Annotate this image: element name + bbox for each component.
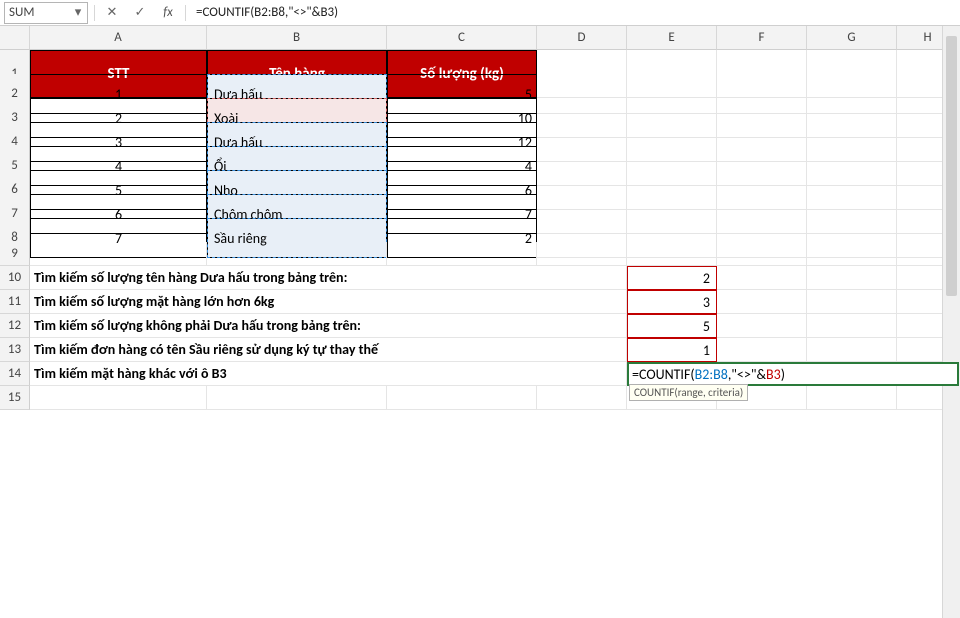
- cell[interactable]: [207, 242, 387, 266]
- formula-bar: SUM ▾ ✕ ✓ fx =COUNTIF(B2:B8,"<>"&B3): [0, 0, 960, 26]
- result-cell[interactable]: 5: [627, 314, 717, 338]
- row-header-9[interactable]: 9: [0, 242, 30, 266]
- formula-input[interactable]: =COUNTIF(B2:B8,"<>"&B3): [192, 2, 960, 24]
- editing-cell[interactable]: =COUNTIF(B2:B8,"<>"&B3) COUNTIF(range, c…: [627, 362, 959, 386]
- row-header-13[interactable]: 13: [0, 338, 30, 362]
- dropdown-icon[interactable]: ▾: [73, 8, 83, 18]
- cell[interactable]: [30, 242, 207, 266]
- col-header-A[interactable]: A: [30, 26, 207, 50]
- result-cell[interactable]: 1: [627, 338, 717, 362]
- cell[interactable]: [537, 242, 627, 266]
- cell[interactable]: [717, 290, 807, 314]
- row-header-12[interactable]: 12: [0, 314, 30, 338]
- cell[interactable]: [207, 386, 387, 410]
- query-text[interactable]: Tìm kiếm số lượng tên hàng Dưa hấu trong…: [30, 266, 627, 290]
- query-text[interactable]: Tìm kiếm số lượng mặt hàng lớn hơn 6kg: [30, 290, 627, 314]
- cell[interactable]: [30, 386, 207, 410]
- select-all-corner[interactable]: [0, 26, 30, 50]
- separator: [94, 5, 95, 21]
- cell[interactable]: [807, 266, 897, 290]
- cell[interactable]: [627, 242, 717, 266]
- query-text[interactable]: Tìm kiếm số lượng không phải Dưa hấu tro…: [30, 314, 627, 338]
- result-cell[interactable]: 2: [627, 266, 717, 290]
- cell[interactable]: [717, 242, 807, 266]
- formula-tooltip: COUNTIF(range, criteria): [629, 384, 748, 401]
- spreadsheet-grid[interactable]: A B C D E F G H 1 STT Tên hàng Số lượng …: [0, 26, 960, 410]
- cell[interactable]: [807, 242, 897, 266]
- result-cell[interactable]: 3: [627, 290, 717, 314]
- cell[interactable]: [717, 266, 807, 290]
- cell[interactable]: [387, 242, 537, 266]
- formula-part: ): [781, 366, 785, 383]
- col-header-F[interactable]: F: [717, 26, 807, 50]
- cell[interactable]: [387, 386, 537, 410]
- row-header-10[interactable]: 10: [0, 266, 30, 290]
- row-header-15[interactable]: 15: [0, 386, 30, 410]
- query-text[interactable]: Tìm kiếm mặt hàng khác với ô B3: [30, 362, 627, 386]
- name-box-value: SUM: [9, 5, 34, 20]
- separator: [185, 5, 186, 21]
- col-header-G[interactable]: G: [807, 26, 897, 50]
- cell[interactable]: [717, 338, 807, 362]
- col-header-E[interactable]: E: [627, 26, 717, 50]
- cell[interactable]: [717, 314, 807, 338]
- cell[interactable]: [537, 386, 627, 410]
- col-header-B[interactable]: B: [207, 26, 387, 50]
- enter-icon[interactable]: ✓: [129, 2, 151, 24]
- cancel-icon[interactable]: ✕: [101, 2, 123, 24]
- formula-range: B2:B8: [695, 366, 728, 383]
- fx-icon[interactable]: fx: [157, 2, 179, 24]
- row-header-11[interactable]: 11: [0, 290, 30, 314]
- cell[interactable]: [807, 386, 897, 410]
- col-header-D[interactable]: D: [537, 26, 627, 50]
- formula-part: =COUNTIF(: [632, 366, 695, 383]
- query-text[interactable]: Tìm kiếm đơn hàng có tên Sầu riêng sử dụ…: [30, 338, 627, 362]
- col-header-C[interactable]: C: [387, 26, 537, 50]
- formula-ref: B3: [766, 366, 781, 383]
- name-box[interactable]: SUM ▾: [4, 2, 88, 24]
- cell[interactable]: [807, 290, 897, 314]
- row-header-14[interactable]: 14: [0, 362, 30, 386]
- scrollbar-thumb[interactable]: [946, 36, 957, 296]
- vertical-scrollbar[interactable]: [942, 26, 960, 618]
- formula-part: ,"<>"&: [728, 366, 766, 383]
- cell[interactable]: [807, 314, 897, 338]
- cell[interactable]: [807, 338, 897, 362]
